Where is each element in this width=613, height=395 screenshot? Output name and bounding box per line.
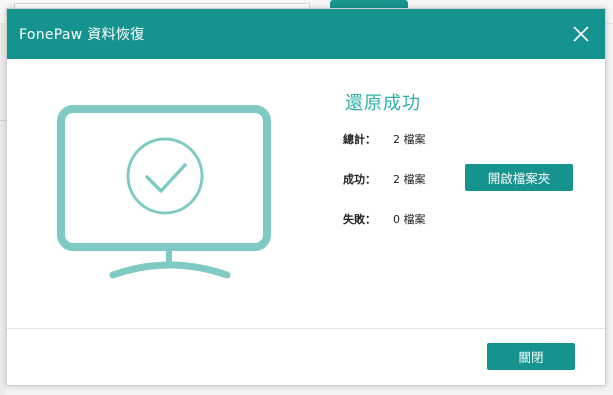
total-value: 2 檔案 (393, 133, 426, 146)
success-value: 2 檔案 (393, 173, 426, 186)
failed-label: 失敗： (343, 213, 376, 226)
success-label: 成功： (343, 173, 376, 186)
dialog-title: FonePaw 資料恢復 (19, 27, 145, 43)
dialog-content: 還原成功 總計： 2 檔案 成功： 2 檔案 失敗： 0 檔案 開啟檔案夾 (7, 59, 605, 329)
success-row: 成功： 2 檔案 (343, 171, 426, 187)
total-row: 總計： 2 檔案 (343, 131, 426, 147)
close-button[interactable]: 關閉 (487, 343, 575, 370)
open-folder-button[interactable]: 開啟檔案夾 (465, 164, 573, 191)
monitor-check-icon (57, 105, 271, 279)
total-label: 總計： (343, 133, 376, 146)
close-icon[interactable] (571, 24, 591, 44)
failed-value: 0 檔案 (393, 213, 426, 226)
failed-row: 失敗： 0 檔案 (343, 211, 426, 227)
recovery-result-dialog: FonePaw 資料恢復 還原成功 總計： 2 檔案 成功： 2 檔案 失敗： 0 檔… (6, 8, 606, 386)
result-heading: 還原成功 (345, 93, 421, 114)
dialog-titlebar: FonePaw 資料恢復 (7, 9, 605, 59)
